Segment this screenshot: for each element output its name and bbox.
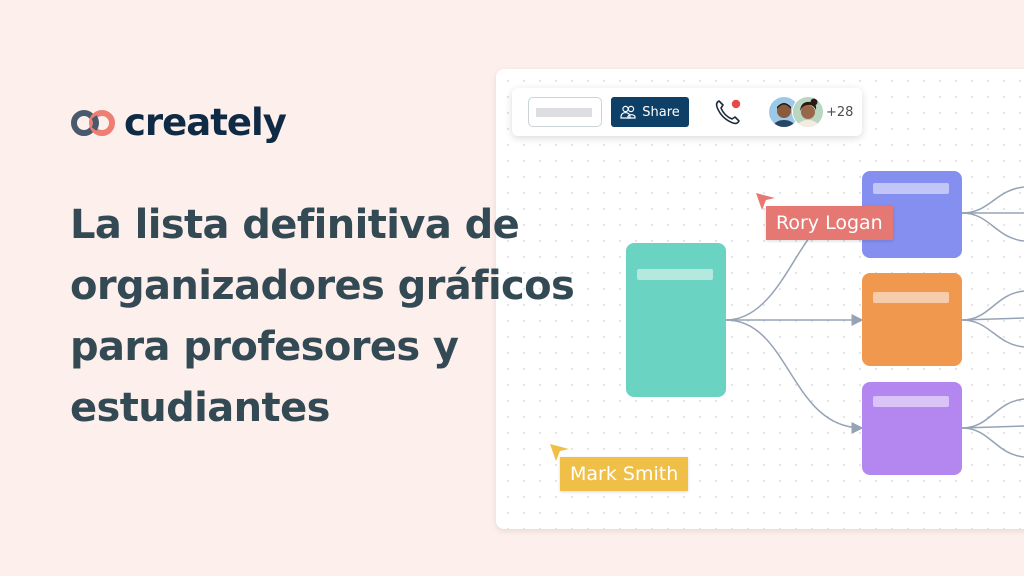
headline-line: para profesores y <box>70 324 459 370</box>
logo-wordmark: creately <box>124 101 287 144</box>
cursor-label-rory-logan: Rory Logan <box>766 206 893 240</box>
collab-toolbar: Share +28 <box>512 88 862 136</box>
call-button[interactable] <box>714 98 744 126</box>
creately-rings-icon <box>71 109 115 136</box>
creately-logo[interactable]: creately <box>70 101 287 144</box>
search-input[interactable] <box>528 97 602 127</box>
phone-icon <box>715 99 741 125</box>
diagram-node-bottom[interactable] <box>862 382 962 475</box>
headline-line: estudiantes <box>70 385 330 431</box>
cursor-label-mark-smith: Mark Smith <box>560 457 689 491</box>
users-icon <box>620 105 636 119</box>
headline-line: La lista definitiva de <box>70 202 520 248</box>
participants-extra-count[interactable]: +28 <box>826 105 853 120</box>
node-title-placeholder <box>873 292 949 303</box>
node-title-placeholder <box>873 396 949 407</box>
node-title-placeholder <box>637 269 713 280</box>
call-indicator <box>731 99 741 109</box>
node-title-placeholder <box>873 183 949 194</box>
search-placeholder-bar <box>536 108 592 117</box>
avatar[interactable] <box>792 96 824 128</box>
diagram-node-middle[interactable] <box>862 273 962 366</box>
headline-line: organizadores gráficos <box>70 263 575 309</box>
share-label: Share <box>642 104 680 120</box>
diagram-node-root[interactable] <box>626 243 726 397</box>
share-button[interactable]: Share <box>611 97 689 127</box>
participants[interactable]: +28 <box>768 96 853 128</box>
page-headline: La lista definitiva de organizadores grá… <box>70 195 630 439</box>
